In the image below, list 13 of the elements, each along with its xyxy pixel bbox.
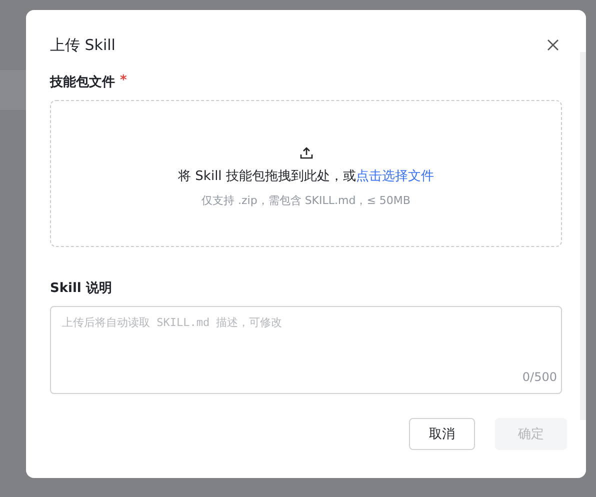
upload-icon (300, 147, 312, 159)
cancel-button[interactable]: 取消 (409, 418, 475, 450)
upload-dropzone[interactable]: 将 Skill 技能包拖拽到此处，或点击选择文件 仅支持 .zip，需包含 SKILL.md，≤ 50MB (50, 100, 562, 247)
character-counter: 0/500 (522, 370, 557, 384)
scrollbar[interactable] (580, 52, 586, 420)
close-icon[interactable] (547, 39, 559, 51)
select-file-link[interactable]: 点击选择文件 (356, 169, 434, 184)
field-label: Skill 说明 (50, 280, 112, 297)
dialog-title: 上传 Skill (50, 36, 116, 54)
required-mark: * (120, 73, 127, 90)
upload-prompt: 将 Skill 技能包拖拽到此处，或点击选择文件 (178, 168, 434, 185)
field-label: 技能包文件 (50, 74, 115, 91)
upload-hint: 仅支持 .zip，需包含 SKILL.md，≤ 50MB (202, 193, 410, 208)
